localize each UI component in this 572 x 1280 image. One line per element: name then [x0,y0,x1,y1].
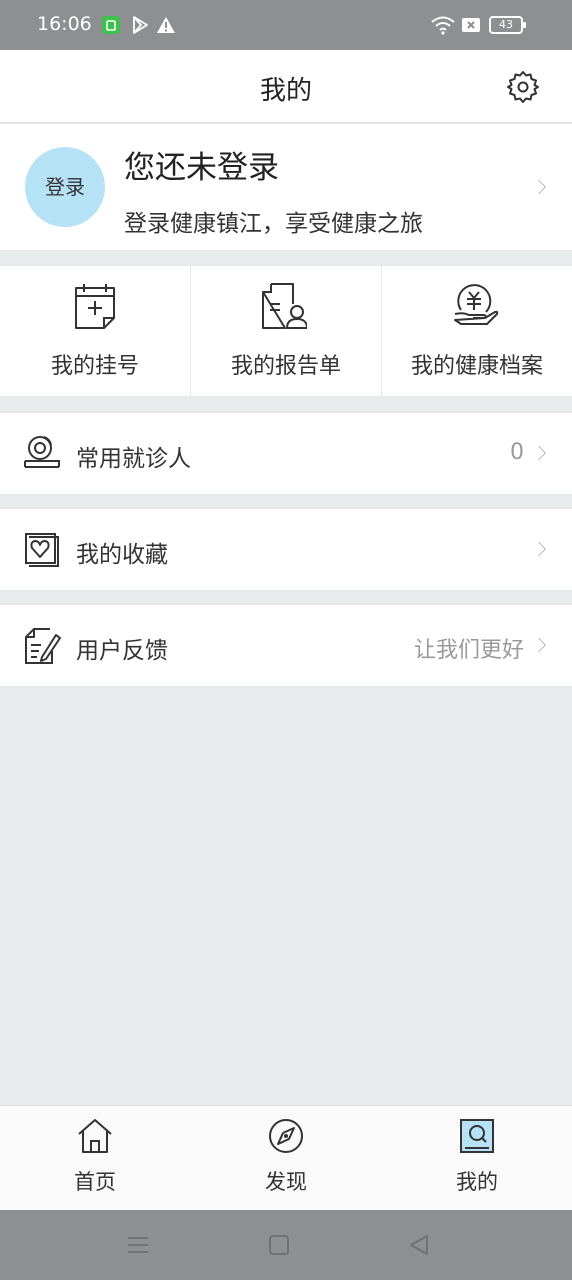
compass-icon [269,1119,303,1153]
tab-label: 发现 [265,1170,307,1194]
tab-mine[interactable]: 我的 [382,1106,572,1211]
row-value: 0 [510,440,524,465]
shortcut-my-reports[interactable]: 我的报告单 [191,266,381,396]
report-icon [262,283,307,329]
tab-discover[interactable]: 发现 [191,1106,381,1211]
row-user-feedback[interactable]: 用户反馈 让我们更好 [0,605,572,686]
play-store-icon [133,16,148,34]
home-icon [78,1119,112,1153]
row-frequent-patients[interactable]: 常用就诊人 0 [0,413,572,494]
row-label: 用户反馈 [76,638,168,664]
shortcut-my-registration[interactable]: 我的挂号 [0,266,190,396]
shortcut-label: 我的报告单 [230,354,341,379]
profile-icon [460,1119,494,1153]
health-record-icon [454,284,499,325]
row-my-favorites[interactable]: 我的收藏 [0,509,572,590]
chevron-right-icon [531,445,547,461]
wifi-icon [431,16,455,35]
login-card[interactable]: 登录 您还未登录 登录健康镇江，享受健康之旅 [0,124,572,250]
tab-home[interactable]: 首页 [0,1106,190,1211]
row-label: 常用就诊人 [76,446,191,472]
tab-label: 首页 [74,1170,116,1194]
row-label: 我的收藏 [76,542,168,568]
page-header: 我的 [0,50,572,123]
sim-blocked-icon [462,18,480,32]
back-triangle-icon[interactable] [406,1232,432,1258]
status-time: 16:06 [37,13,92,35]
shortcut-label: 我的健康档案 [410,354,543,379]
shortcut-label: 我的挂号 [50,354,139,379]
calendar-plus-icon [75,284,115,329]
shortcut-my-health-record[interactable]: 我的健康档案 [382,266,572,396]
chevron-right-icon [531,637,547,653]
avatar[interactable]: 登录 [25,147,105,227]
home-square-icon[interactable] [266,1232,292,1258]
patient-icon [24,436,60,468]
battery-icon: 43 [489,16,526,34]
warning-icon [157,17,175,33]
menu-icon[interactable] [125,1232,151,1258]
tab-label: 我的 [456,1170,498,1194]
gear-icon[interactable] [505,69,541,105]
page-title: 我的 [259,76,312,106]
system-nav-bar [0,1210,572,1280]
chevron-right-icon [531,541,547,557]
shortcut-grid: 我的挂号 我的报告单 我的健康档案 [0,266,572,396]
chevron-right-icon [531,179,547,195]
login-status-subtitle: 登录健康镇江，享受健康之旅 [124,211,423,237]
login-status-title: 您还未登录 [124,150,279,186]
app-notification-icon [102,16,120,34]
status-bar: 16:06 43 [0,0,572,50]
bottom-tab-bar: 首页 发现 我的 [0,1105,572,1210]
heart-icon [25,533,59,567]
row-value: 让我们更好 [413,638,524,663]
feedback-icon [25,628,61,664]
